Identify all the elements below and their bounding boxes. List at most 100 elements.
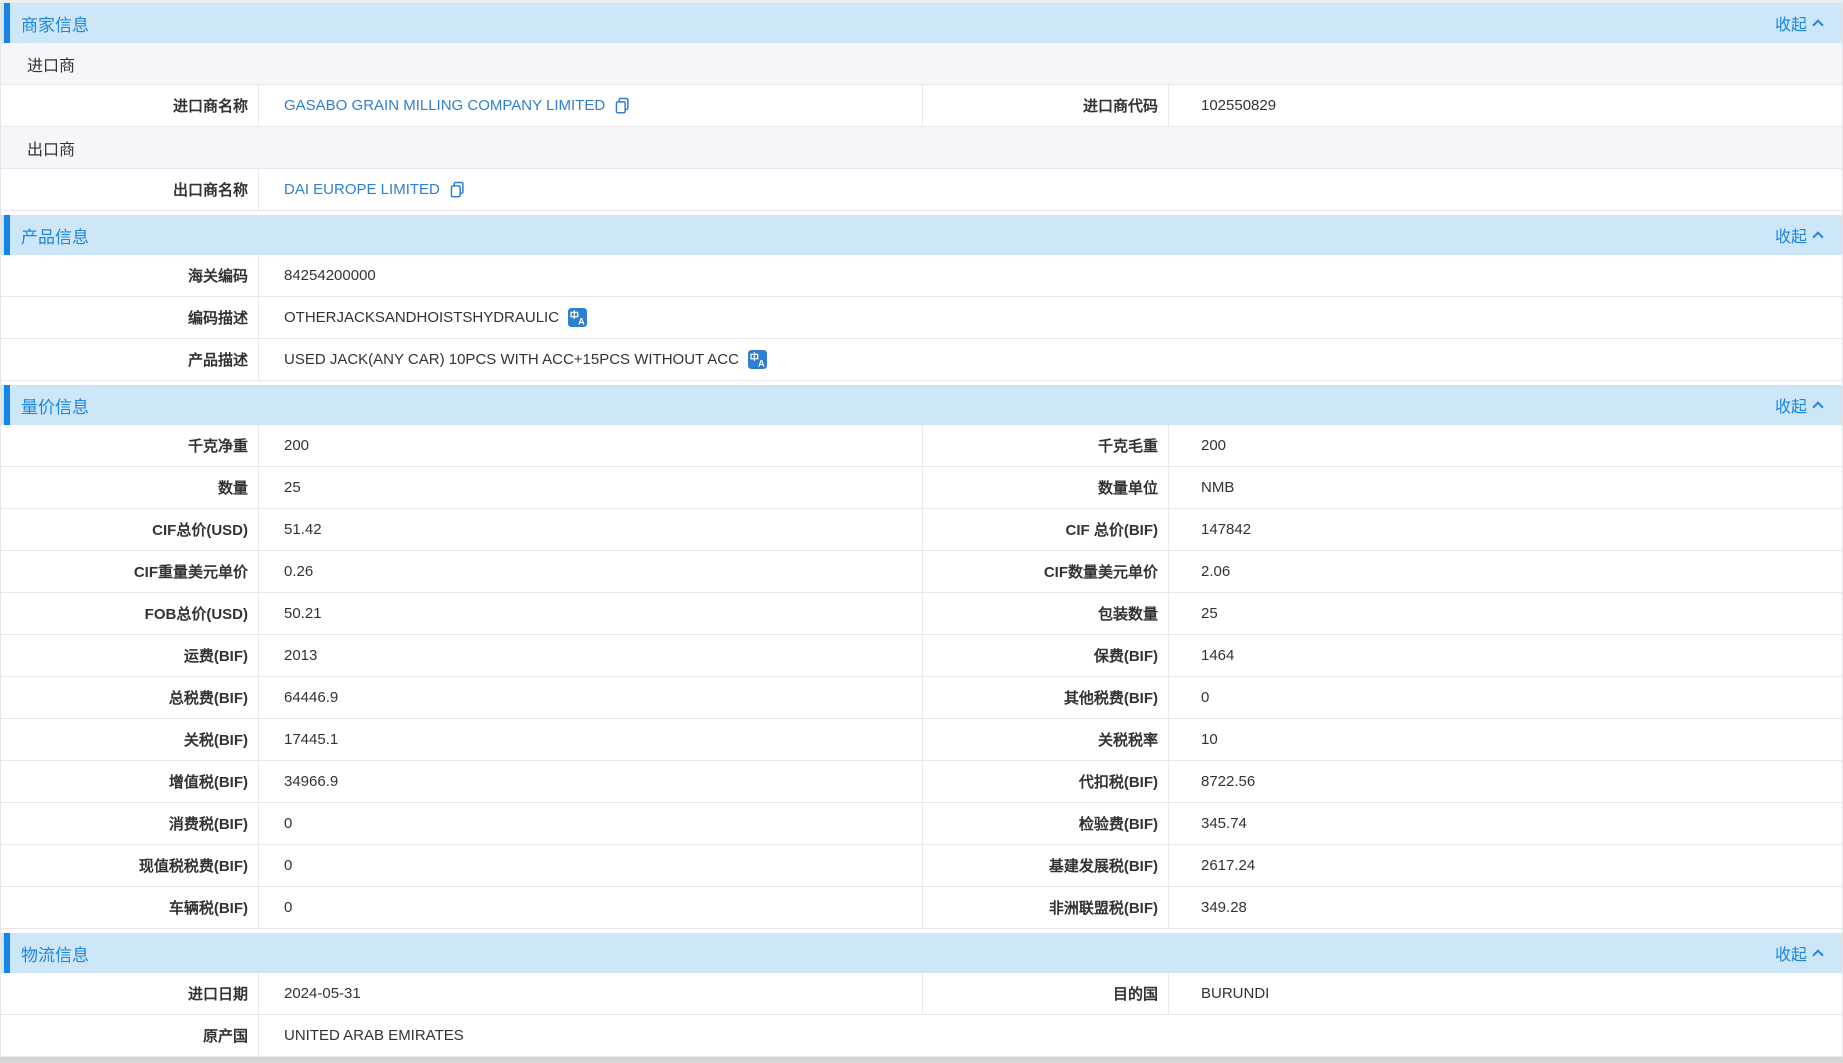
- importer-name-label: 进口商名称: [1, 85, 259, 126]
- row-value-left: 0: [259, 845, 923, 886]
- code-desc-cell: OTHERJACKSANDHOISTSHYDRAULIC A: [259, 297, 1842, 338]
- copy-icon[interactable]: [449, 181, 466, 198]
- row-label-right: 非洲联盟税(BIF): [923, 887, 1169, 928]
- section-merchant: 商家信息 收起 进口商 进口商名称 GASABO GRAIN MILLING C…: [1, 3, 1842, 211]
- code-desc-value: OTHERJACKSANDHOISTSHYDRAULIC: [284, 309, 559, 326]
- table-row: 千克净重 200 千克毛重 200: [1, 425, 1842, 467]
- table-row: 消费税(BIF) 0 检验费(BIF) 345.74: [1, 803, 1842, 845]
- import-date-label: 进口日期: [1, 973, 259, 1014]
- dest-country-label: 目的国: [923, 973, 1169, 1014]
- chevron-up-icon: [1812, 231, 1823, 242]
- row-label-left: 运费(BIF): [1, 635, 259, 676]
- row-value-left: 0: [259, 803, 923, 844]
- table-row: 原产国 UNITED ARAB EMIRATES: [1, 1015, 1842, 1057]
- row-value-right: 200: [1169, 425, 1842, 466]
- section-title: 产品信息: [21, 223, 89, 248]
- import-date-value: 2024-05-31: [259, 973, 923, 1014]
- importer-name-link[interactable]: GASABO GRAIN MILLING COMPANY LIMITED: [284, 97, 605, 114]
- hs-code-label: 海关编码: [1, 255, 259, 296]
- collapse-label: 收起: [1775, 941, 1807, 965]
- row-label-left: 关税(BIF): [1, 719, 259, 760]
- section-title: 物流信息: [21, 941, 89, 966]
- copy-icon[interactable]: [614, 97, 631, 114]
- row-value-right: NMB: [1169, 467, 1842, 508]
- table-row: 关税(BIF) 17445.1 关税税率 10: [1, 719, 1842, 761]
- row-label-left: 千克净重: [1, 425, 259, 466]
- section-title: 商家信息: [21, 11, 89, 36]
- row-value-left: 51.42: [259, 509, 923, 550]
- row-value-right: 349.28: [1169, 887, 1842, 928]
- row-label-left: FOB总价(USD): [1, 593, 259, 634]
- exporter-name-link[interactable]: DAI EUROPE LIMITED: [284, 181, 440, 198]
- row-value-left: 200: [259, 425, 923, 466]
- row-label-right: 保费(BIF): [923, 635, 1169, 676]
- table-row: 车辆税(BIF) 0 非洲联盟税(BIF) 349.28: [1, 887, 1842, 929]
- row-label-right: 包装数量: [923, 593, 1169, 634]
- horizontal-scrollbar[interactable]: [0, 1057, 1843, 1063]
- row-value-right: 8722.56: [1169, 761, 1842, 802]
- logistics-section-header: 物流信息 收起: [1, 933, 1842, 973]
- row-value-left: 64446.9: [259, 677, 923, 718]
- collapse-label: 收起: [1775, 223, 1807, 247]
- collapse-toggle-logistics[interactable]: 收起: [1775, 941, 1842, 965]
- collapse-label: 收起: [1775, 393, 1807, 417]
- svg-text:A: A: [578, 316, 585, 326]
- section-accent-bar: [4, 933, 10, 973]
- hs-code-value: 84254200000: [259, 255, 1842, 296]
- collapse-label: 收起: [1775, 11, 1807, 35]
- row-label-right: 千克毛重: [923, 425, 1169, 466]
- product-desc-value: USED JACK(ANY CAR) 10PCS WITH ACC+15PCS …: [284, 351, 739, 368]
- trade-record-panel: 商家信息 收起 进口商 进口商名称 GASABO GRAIN MILLING C…: [0, 3, 1843, 1057]
- row-value-right: 2617.24: [1169, 845, 1842, 886]
- origin-country-label: 原产国: [1, 1015, 259, 1056]
- code-desc-label: 编码描述: [1, 297, 259, 338]
- row-label-right: 关税税率: [923, 719, 1169, 760]
- row-value-left: 17445.1: [259, 719, 923, 760]
- merchant-section-header: 商家信息 收起: [1, 3, 1842, 43]
- row-value-right: 1464: [1169, 635, 1842, 676]
- row-value-left: 2013: [259, 635, 923, 676]
- chevron-up-icon: [1812, 401, 1823, 412]
- section-accent-bar: [4, 3, 10, 43]
- table-row: 产品描述 USED JACK(ANY CAR) 10PCS WITH ACC+1…: [1, 339, 1842, 381]
- table-row: 进口日期 2024-05-31 目的国 BURUNDI: [1, 973, 1842, 1015]
- chevron-up-icon: [1812, 19, 1823, 30]
- row-value-left: 34966.9: [259, 761, 923, 802]
- collapse-toggle-product[interactable]: 收起: [1775, 223, 1842, 247]
- table-row: 出口商名称 DAI EUROPE LIMITED: [1, 169, 1842, 211]
- row-value-right: 345.74: [1169, 803, 1842, 844]
- row-value-right: 10: [1169, 719, 1842, 760]
- table-row: 数量 25 数量单位 NMB: [1, 467, 1842, 509]
- row-label-left: 总税费(BIF): [1, 677, 259, 718]
- exporter-name-cell: DAI EUROPE LIMITED: [259, 169, 1842, 210]
- row-value-right: 147842: [1169, 509, 1842, 550]
- row-label-right: 检验费(BIF): [923, 803, 1169, 844]
- importer-group-subheader: 进口商: [1, 43, 1842, 85]
- chevron-up-icon: [1812, 949, 1823, 960]
- row-label-left: 增值税(BIF): [1, 761, 259, 802]
- translate-icon[interactable]: A: [568, 308, 587, 327]
- row-value-right: 25: [1169, 593, 1842, 634]
- row-value-right: 0: [1169, 677, 1842, 718]
- table-row: 现值税税费(BIF) 0 基建发展税(BIF) 2617.24: [1, 845, 1842, 887]
- row-value-left: 0: [259, 887, 923, 928]
- product-section-header: 产品信息 收起: [1, 215, 1842, 255]
- trade-record-page: 商家信息 收起 进口商 进口商名称 GASABO GRAIN MILLING C…: [0, 0, 1843, 1063]
- table-row: 编码描述 OTHERJACKSANDHOISTSHYDRAULIC A: [1, 297, 1842, 339]
- section-product: 产品信息 收起 海关编码 84254200000 编码描述 OTHERJACKS…: [1, 215, 1842, 381]
- collapse-toggle-price[interactable]: 收起: [1775, 393, 1842, 417]
- dest-country-value: BURUNDI: [1169, 973, 1842, 1014]
- exporter-group-subheader: 出口商: [1, 127, 1842, 169]
- collapse-toggle-merchant[interactable]: 收起: [1775, 11, 1842, 35]
- row-label-left: 数量: [1, 467, 259, 508]
- importer-code-value: 102550829: [1169, 85, 1842, 126]
- row-label-right: CIF数量美元单价: [923, 551, 1169, 592]
- row-label-right: 代扣税(BIF): [923, 761, 1169, 802]
- row-label-left: CIF总价(USD): [1, 509, 259, 550]
- row-label-right: 其他税费(BIF): [923, 677, 1169, 718]
- row-label-left: 消费税(BIF): [1, 803, 259, 844]
- section-price: 量价信息 收起 千克净重 200 千克毛重 200 数量 25 数量单位 NMB…: [1, 385, 1842, 929]
- row-label-left: 现值税税费(BIF): [1, 845, 259, 886]
- translate-icon[interactable]: A: [748, 350, 767, 369]
- table-row: 运费(BIF) 2013 保费(BIF) 1464: [1, 635, 1842, 677]
